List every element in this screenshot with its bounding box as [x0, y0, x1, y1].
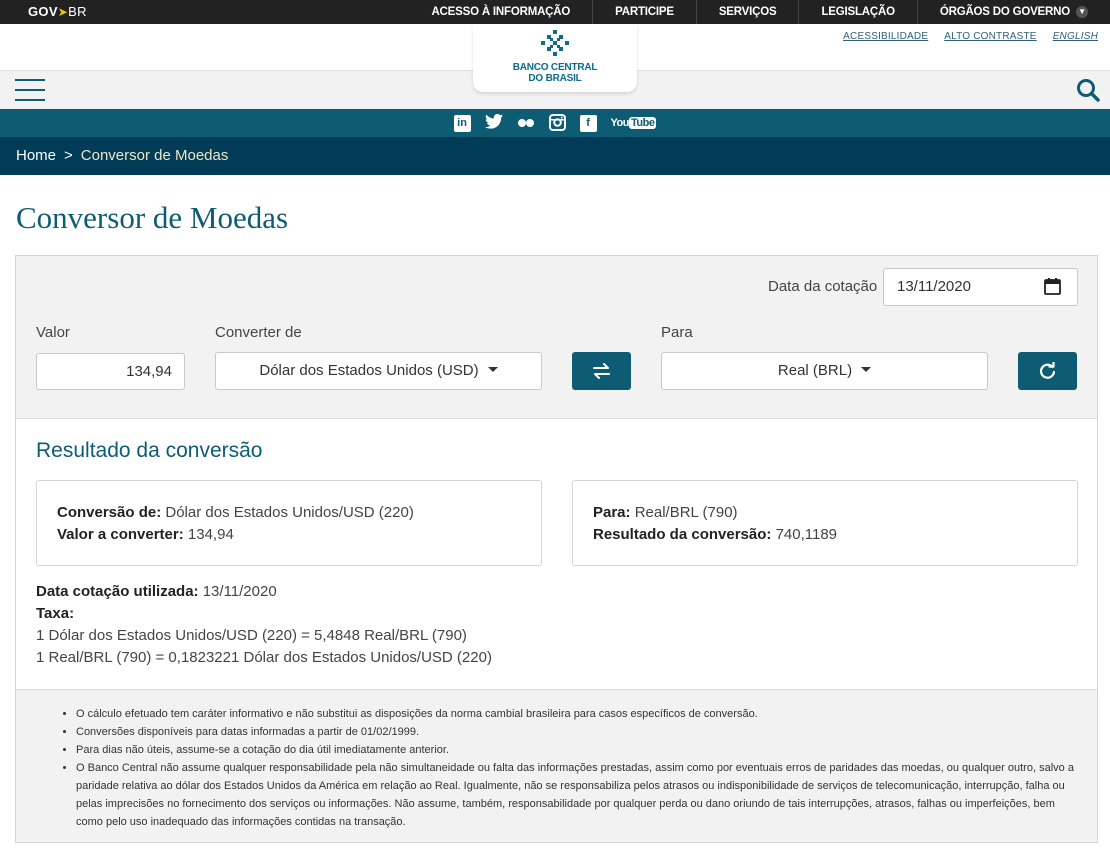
bcb-logo-text: BANCO CENTRAL DO BRASIL [473, 62, 637, 84]
converter-panel: Data da cotação 13/11/2020 Valor Convert… [15, 255, 1098, 843]
calendar-icon[interactable] [1044, 278, 1061, 295]
to-currency-select[interactable]: Real (BRL) [661, 352, 988, 390]
govbr-arrow-icon: ➤ [57, 5, 69, 19]
rate-line-1: 1 Dólar dos Estados Unidos/USD (220) = 5… [36, 627, 467, 644]
swap-icon [593, 363, 610, 379]
twitter-icon[interactable] [484, 114, 503, 132]
rate-date-key: Data cotação utilizada: [36, 583, 199, 600]
note-item: O cálculo efetuado tem caráter informati… [76, 705, 1081, 723]
social-bar: in f You Tube [0, 109, 1110, 137]
result-value: 740,1189 [775, 526, 838, 543]
from-currency-value: Dólar dos Estados Unidos (USD) [259, 362, 479, 379]
swap-currencies-button[interactable] [572, 352, 631, 390]
convert-refresh-button[interactable] [1018, 352, 1077, 390]
rate-date-value: 13/11/2020 [202, 583, 277, 600]
govbr-logo[interactable]: GOV➤BR [28, 4, 87, 19]
date-input[interactable]: 13/11/2020 [883, 268, 1078, 306]
to-currency-label: Para [661, 324, 693, 341]
breadcrumb-separator: > [64, 147, 73, 164]
facebook-icon[interactable]: f [579, 114, 597, 132]
accessibility-links: ACESSIBILIDADE ALTO CONTRASTE ENGLISH [843, 31, 1098, 42]
amount-input[interactable]: 134,94 [36, 353, 185, 390]
from-currency-label: Converter de [215, 324, 302, 341]
linkedin-icon[interactable]: in [453, 114, 471, 132]
bcb-emblem-icon [541, 30, 569, 56]
from-value: Dólar dos Estados Unidos/USD (220) [165, 504, 414, 521]
date-label: Data da cotação [768, 278, 878, 295]
gov-link-orgaos[interactable]: ÓRGÃOS DO GOVERNO ▼ [916, 0, 1110, 24]
converter-form: Data da cotação 13/11/2020 Valor Convert… [16, 256, 1097, 419]
note-item: Conversões disponíveis para datas inform… [76, 723, 1081, 741]
refresh-icon [1040, 362, 1056, 379]
gov-link-participe[interactable]: PARTICIPE [592, 0, 696, 24]
result-to-card: Para: Real/BRL (790) Resultado da conver… [572, 480, 1078, 566]
page-title: Conversor de Moedas [16, 200, 289, 235]
note-item: Para dias não úteis, assume-se a cotação… [76, 741, 1081, 759]
rate-key: Taxa: [36, 605, 75, 622]
flickr-icon[interactable] [517, 114, 535, 132]
accessibility-link[interactable]: ACESSIBILIDADE [843, 31, 928, 42]
result-key: Resultado da conversão: [593, 526, 772, 543]
to-currency-value: Real (BRL) [777, 362, 853, 379]
amount-label: Valor [36, 324, 70, 341]
to-key: Para: [593, 504, 631, 521]
result-title: Resultado da conversão [36, 439, 263, 462]
bcb-logo[interactable]: BANCO CENTRAL DO BRASIL [473, 24, 637, 92]
search-icon[interactable] [1076, 78, 1100, 102]
govbr-logo-br: BR [68, 4, 87, 19]
gov-link-legislacao[interactable]: LEGISLAÇÃO [798, 0, 916, 24]
gov-link-orgaos-label: ÓRGÃOS DO GOVERNO [939, 6, 1070, 18]
youtube-icon[interactable]: You Tube [611, 114, 657, 132]
date-value: 13/11/2020 [897, 278, 971, 295]
bcb-logo-line2: DO BRASIL [528, 73, 582, 84]
menu-icon[interactable] [15, 79, 45, 101]
caret-down-icon [861, 367, 872, 372]
chevron-down-icon: ▼ [1076, 6, 1088, 18]
caret-down-icon [487, 367, 498, 372]
english-link[interactable]: ENGLISH [1053, 31, 1098, 42]
to-value: Real/BRL (790) [634, 504, 738, 521]
breadcrumb-current[interactable]: Conversor de Moedas [81, 147, 229, 164]
disclaimer-notes: O cálculo efetuado tem caráter informati… [16, 689, 1097, 842]
gov-link-acesso[interactable]: ACESSO À INFORMAÇÃO [409, 0, 592, 24]
breadcrumb-home[interactable]: Home [16, 147, 56, 164]
gov-link-servicos[interactable]: SERVIÇOS [695, 0, 799, 24]
amount-value: 134,94 [187, 526, 234, 543]
rate-info: Data cotação utilizada: 13/11/2020 Taxa:… [36, 581, 492, 669]
instagram-icon[interactable] [548, 114, 566, 132]
high-contrast-link[interactable]: ALTO CONTRASTE [944, 31, 1036, 42]
breadcrumb: Home > Conversor de Moedas [0, 137, 1110, 175]
from-key: Conversão de: [57, 504, 162, 521]
govbr-logo-gov: GOV [28, 4, 58, 19]
bcb-logo-line1: BANCO CENTRAL [512, 62, 598, 73]
from-currency-select[interactable]: Dólar dos Estados Unidos (USD) [215, 352, 542, 390]
gov-bar: GOV➤BR ACESSO À INFORMAÇÃO PARTICIPE SER… [0, 0, 1110, 24]
amount-key: Valor a converter: [57, 526, 184, 543]
rate-line-2: 1 Real/BRL (790) = 0,1823221 Dólar dos E… [36, 649, 492, 666]
note-item: O Banco Central não assume qualquer resp… [76, 759, 1081, 831]
result-from-card: Conversão de: Dólar dos Estados Unidos/U… [36, 480, 542, 566]
gov-links: ACESSO À INFORMAÇÃO PARTICIPE SERVIÇOS L… [409, 0, 1110, 24]
